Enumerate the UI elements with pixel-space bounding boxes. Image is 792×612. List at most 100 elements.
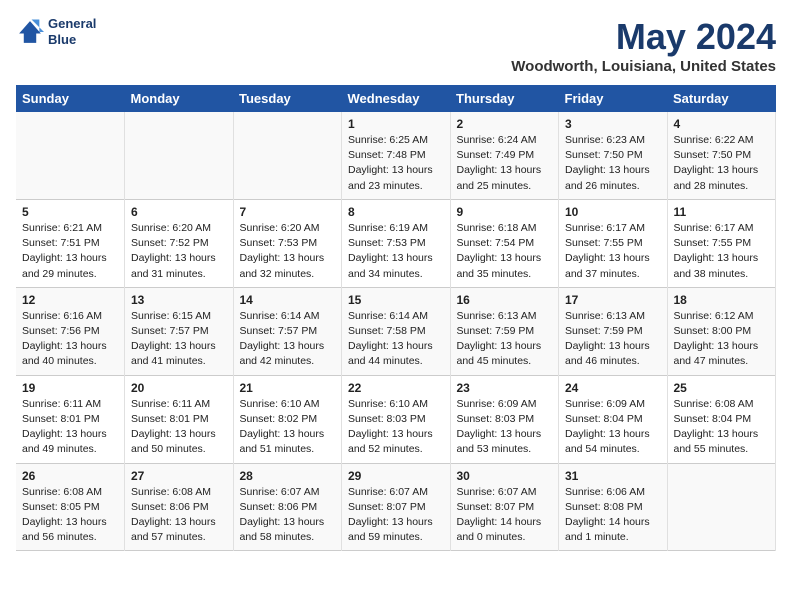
day-info: Sunrise: 6:17 AMSunset: 7:55 PMDaylight:… [674,221,770,282]
day-info: Sunrise: 6:10 AMSunset: 8:03 PMDaylight:… [348,397,444,458]
day-number: 9 [457,205,553,219]
day-info: Sunrise: 6:20 AMSunset: 7:53 PMDaylight:… [240,221,336,282]
day-info: Sunrise: 6:07 AMSunset: 8:06 PMDaylight:… [240,485,336,546]
calendar-cell: 28 Sunrise: 6:07 AMSunset: 8:06 PMDayligh… [233,463,342,551]
calendar-cell: 10 Sunrise: 6:17 AMSunset: 7:55 PMDayligh… [559,199,668,287]
weekday-header-friday: Friday [559,85,668,112]
day-info: Sunrise: 6:06 AMSunset: 8:08 PMDaylight:… [565,485,661,546]
day-info: Sunrise: 6:16 AMSunset: 7:56 PMDaylight:… [22,309,118,370]
calendar-cell: 18Sunrise: 6:12 AMSunset: 8:00 PMDayligh… [667,287,776,375]
title-block: May 2024 Woodworth, Louisiana, United St… [511,16,776,75]
day-number: 5 [22,205,118,219]
day-info: Sunrise: 6:07 AMSunset: 8:07 PMDaylight:… [457,485,553,546]
calendar-table: SundayMondayTuesdayWednesdayThursdayFrid… [16,85,776,551]
day-number: 18 [674,293,770,307]
calendar-cell: 24Sunrise: 6:09 AMSunset: 8:04 PMDayligh… [559,375,668,463]
calendar-cell: 19 Sunrise: 6:11 AMSunset: 8:01 PMDayligh… [16,375,125,463]
day-number: 10 [565,205,661,219]
calendar-cell: 12Sunrise: 6:16 AMSunset: 7:56 PMDayligh… [16,287,125,375]
calendar-cell: 16Sunrise: 6:13 AMSunset: 7:59 PMDayligh… [450,287,559,375]
day-number: 3 [565,117,661,131]
day-info: Sunrise: 6:22 AMSunset: 7:50 PMDaylight:… [674,133,770,194]
calendar-cell: 26 Sunrise: 6:08 AMSunset: 8:05 PMDayligh… [16,463,125,551]
day-info: Sunrise: 6:14 AMSunset: 7:57 PMDaylight:… [240,309,336,370]
calendar-cell: 9 Sunrise: 6:18 AMSunset: 7:54 PMDaylight… [450,199,559,287]
weekday-header-monday: Monday [125,85,234,112]
day-number: 29 [348,469,444,483]
calendar-week-row: 12Sunrise: 6:16 AMSunset: 7:56 PMDayligh… [16,287,776,375]
day-number: 14 [240,293,336,307]
logo: General Blue [16,16,96,47]
calendar-cell: 11 Sunrise: 6:17 AMSunset: 7:55 PMDayligh… [667,199,776,287]
day-number: 7 [240,205,336,219]
calendar-cell: 21Sunrise: 6:10 AMSunset: 8:02 PMDayligh… [233,375,342,463]
calendar-cell: 4 Sunrise: 6:22 AMSunset: 7:50 PMDaylight… [667,112,776,199]
month-title: May 2024 [511,16,776,58]
calendar-cell: 27 Sunrise: 6:08 AMSunset: 8:06 PMDayligh… [125,463,234,551]
calendar-cell: 1 Sunrise: 6:25 AMSunset: 7:48 PMDaylight… [342,112,451,199]
day-info: Sunrise: 6:13 AMSunset: 7:59 PMDaylight:… [565,309,661,370]
calendar-cell: 30 Sunrise: 6:07 AMSunset: 8:07 PMDayligh… [450,463,559,551]
weekday-header-row: SundayMondayTuesdayWednesdayThursdayFrid… [16,85,776,112]
day-info: Sunrise: 6:20 AMSunset: 7:52 PMDaylight:… [131,221,227,282]
calendar-cell: 7 Sunrise: 6:20 AMSunset: 7:53 PMDaylight… [233,199,342,287]
day-number: 11 [674,205,770,219]
day-number: 4 [674,117,770,131]
page-header: General Blue May 2024 Woodworth, Louisia… [16,16,776,75]
day-number: 30 [457,469,553,483]
day-number: 26 [22,469,118,483]
calendar-cell: 20 Sunrise: 6:11 AMSunset: 8:01 PMDayligh… [125,375,234,463]
day-info: Sunrise: 6:11 AMSunset: 8:01 PMDaylight:… [22,397,118,458]
calendar-cell: 29 Sunrise: 6:07 AMSunset: 8:07 PMDayligh… [342,463,451,551]
calendar-cell: 31 Sunrise: 6:06 AMSunset: 8:08 PMDayligh… [559,463,668,551]
day-info: Sunrise: 6:18 AMSunset: 7:54 PMDaylight:… [457,221,553,282]
calendar-cell: 14 Sunrise: 6:14 AMSunset: 7:57 PMDayligh… [233,287,342,375]
weekday-header-thursday: Thursday [450,85,559,112]
calendar-cell [16,112,125,199]
day-info: Sunrise: 6:21 AMSunset: 7:51 PMDaylight:… [22,221,118,282]
location: Woodworth, Louisiana, United States [511,58,776,75]
day-info: Sunrise: 6:25 AMSunset: 7:48 PMDaylight:… [348,133,444,194]
day-info: Sunrise: 6:19 AMSunset: 7:53 PMDaylight:… [348,221,444,282]
weekday-header-wednesday: Wednesday [342,85,451,112]
day-number: 31 [565,469,661,483]
day-number: 15 [348,293,444,307]
day-number: 22 [348,381,444,395]
day-number: 23 [457,381,553,395]
day-number: 1 [348,117,444,131]
day-info: Sunrise: 6:15 AMSunset: 7:57 PMDaylight:… [131,309,227,370]
day-info: Sunrise: 6:10 AMSunset: 8:02 PMDaylight:… [240,397,336,458]
calendar-cell: 15 Sunrise: 6:14 AMSunset: 7:58 PMDayligh… [342,287,451,375]
day-number: 27 [131,469,227,483]
day-info: Sunrise: 6:09 AMSunset: 8:04 PMDaylight:… [565,397,661,458]
calendar-cell: 8Sunrise: 6:19 AMSunset: 7:53 PMDaylight… [342,199,451,287]
calendar-week-row: 1 Sunrise: 6:25 AMSunset: 7:48 PMDaylight… [16,112,776,199]
day-info: Sunrise: 6:11 AMSunset: 8:01 PMDaylight:… [131,397,227,458]
day-number: 25 [674,381,770,395]
calendar-cell [667,463,776,551]
day-info: Sunrise: 6:08 AMSunset: 8:05 PMDaylight:… [22,485,118,546]
day-info: Sunrise: 6:14 AMSunset: 7:58 PMDaylight:… [348,309,444,370]
day-info: Sunrise: 6:13 AMSunset: 7:59 PMDaylight:… [457,309,553,370]
calendar-cell: 13Sunrise: 6:15 AMSunset: 7:57 PMDayligh… [125,287,234,375]
day-info: Sunrise: 6:17 AMSunset: 7:55 PMDaylight:… [565,221,661,282]
day-number: 19 [22,381,118,395]
day-number: 28 [240,469,336,483]
logo-text: General Blue [48,16,96,47]
day-number: 20 [131,381,227,395]
day-info: Sunrise: 6:07 AMSunset: 8:07 PMDaylight:… [348,485,444,546]
day-info: Sunrise: 6:08 AMSunset: 8:06 PMDaylight:… [131,485,227,546]
calendar-cell: 22 Sunrise: 6:10 AMSunset: 8:03 PMDayligh… [342,375,451,463]
weekday-header-sunday: Sunday [16,85,125,112]
day-info: Sunrise: 6:09 AMSunset: 8:03 PMDaylight:… [457,397,553,458]
calendar-cell: 25Sunrise: 6:08 AMSunset: 8:04 PMDayligh… [667,375,776,463]
weekday-header-saturday: Saturday [667,85,776,112]
calendar-cell: 6 Sunrise: 6:20 AMSunset: 7:52 PMDaylight… [125,199,234,287]
calendar-cell: 3 Sunrise: 6:23 AMSunset: 7:50 PMDaylight… [559,112,668,199]
logo-line2: Blue [48,32,96,48]
calendar-cell: 23 Sunrise: 6:09 AMSunset: 8:03 PMDayligh… [450,375,559,463]
day-number: 6 [131,205,227,219]
logo-line1: General [48,16,96,32]
calendar-cell: 17Sunrise: 6:13 AMSunset: 7:59 PMDayligh… [559,287,668,375]
day-info: Sunrise: 6:23 AMSunset: 7:50 PMDaylight:… [565,133,661,194]
